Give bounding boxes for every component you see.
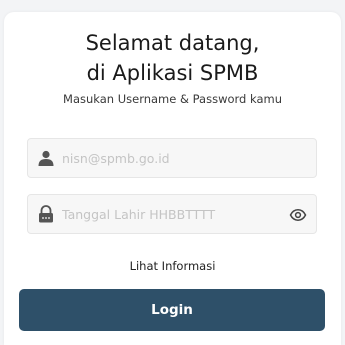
user-icon: [37, 149, 55, 167]
page-title-line2: di Aplikasi SPMB: [86, 61, 259, 85]
lock-icon: [37, 205, 55, 223]
login-button[interactable]: Login: [19, 289, 325, 331]
eye-icon[interactable]: [289, 206, 307, 224]
info-link[interactable]: Lihat Informasi: [0, 259, 345, 273]
page-title-line1: Selamat datang,: [85, 31, 260, 55]
username-field[interactable]: [27, 138, 317, 178]
password-input[interactable]: [62, 195, 282, 233]
username-input[interactable]: [62, 139, 282, 177]
password-field[interactable]: [27, 194, 317, 234]
page-subtitle: Masukan Username & Password kamu: [63, 92, 282, 106]
